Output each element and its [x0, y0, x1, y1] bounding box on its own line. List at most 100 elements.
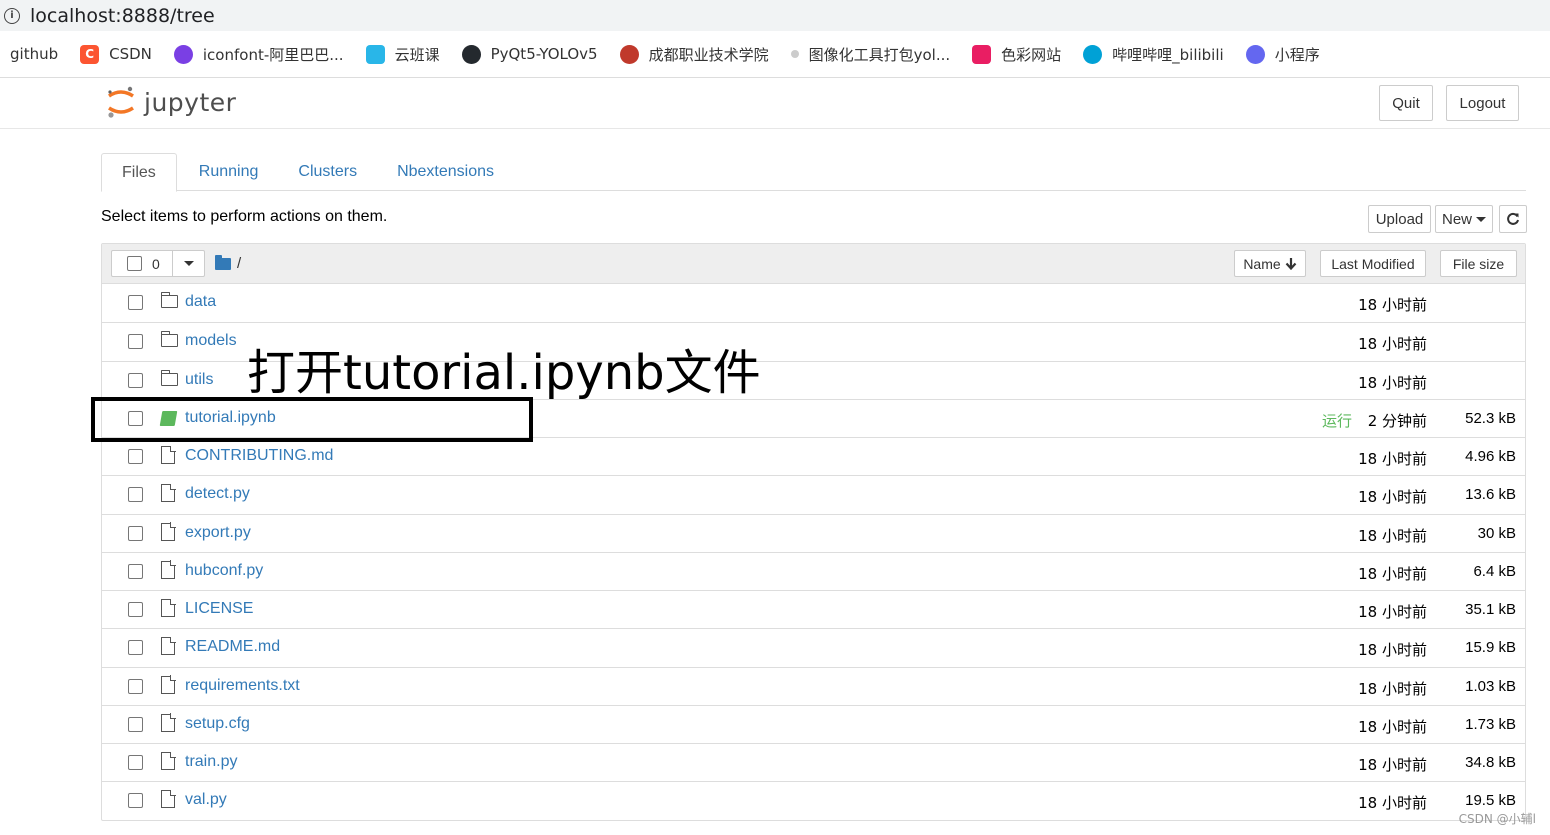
file-name-link[interactable]: hubconf.py	[185, 562, 263, 580]
bookmark-item[interactable]: 小程序	[1245, 44, 1320, 65]
bookmark-label: 色彩网站	[1001, 45, 1062, 64]
row-checkbox[interactable]	[128, 334, 143, 350]
row-checkbox[interactable]	[128, 755, 143, 770]
jupyter-logo[interactable]: jupyter	[106, 84, 236, 120]
folder-icon	[160, 369, 178, 386]
breadcrumb-root[interactable]: /	[237, 255, 241, 272]
file-size: 35.1 kB	[1465, 601, 1516, 618]
file-row: setup.cfg 18 小时前 1.73 kB	[102, 704, 1525, 743]
row-checkbox[interactable]	[128, 793, 143, 809]
file-name-link[interactable]: utils	[185, 371, 213, 389]
folder-icon	[160, 331, 178, 348]
file-name-link[interactable]: setup.cfg	[185, 715, 250, 733]
bookmark-item[interactable]: iconfont-阿里巴巴...	[173, 44, 344, 65]
logout-button[interactable]: Logout	[1446, 85, 1519, 121]
last-modified: 18 小时前	[1358, 717, 1427, 736]
file-row: README.md 18 小时前 15.9 kB	[102, 628, 1525, 666]
file-name-link[interactable]: LICENSE	[185, 600, 253, 618]
last-modified: 18 小时前	[1358, 526, 1427, 545]
tab-clusters[interactable]: Clusters	[278, 153, 377, 191]
file-size: 30 kB	[1477, 524, 1516, 542]
sort-name-button[interactable]: Name	[1234, 250, 1306, 277]
jupyter-logo-text: jupyter	[144, 87, 237, 117]
cloud-class-icon	[365, 44, 385, 64]
file-size: 1.03 kB	[1465, 677, 1516, 695]
last-modified: 18 小时前	[1358, 488, 1427, 507]
bookmark-item[interactable]: PyQt5-YOLOv5	[461, 44, 598, 64]
file-row: detect.py 18 小时前 13.6 kB	[102, 475, 1525, 513]
row-checkbox[interactable]	[128, 487, 143, 503]
bookmark-label: github	[10, 45, 59, 63]
row-checkbox[interactable]	[128, 372, 143, 388]
bookmark-item[interactable]: 哔哩哔哩_bilibili	[1083, 44, 1224, 65]
file-name-link[interactable]: README.md	[185, 638, 280, 656]
main-tabs: Files Running Clusters Nbextensions	[101, 153, 1526, 192]
row-checkbox[interactable]	[128, 295, 143, 310]
file-name-link[interactable]: requirements.txt	[185, 677, 300, 695]
quit-button[interactable]: Quit	[1379, 85, 1433, 121]
row-checkbox[interactable]	[128, 640, 143, 656]
arrow-down-icon	[1285, 258, 1296, 270]
last-modified: 2 分钟前	[1367, 411, 1427, 430]
last-modified: 18 小时前	[1358, 756, 1427, 774]
sort-file-size-button[interactable]: File size	[1440, 250, 1517, 277]
last-modified: 18 小时前	[1358, 296, 1427, 314]
folder-icon	[215, 254, 231, 270]
tool-icon	[790, 50, 799, 58]
csdn-icon: C	[80, 44, 100, 64]
bookmark-item[interactable]: 图像化工具打包yol...	[790, 44, 950, 65]
file-icon	[161, 522, 176, 541]
last-modified: 18 小时前	[1358, 679, 1427, 698]
file-size: 52.3 kB	[1465, 409, 1516, 427]
file-row: hubconf.py 18 小时前 6.4 kB	[102, 551, 1525, 590]
iconfont-icon	[173, 44, 193, 64]
url-text[interactable]: localhost:8888/tree	[30, 5, 215, 27]
file-row: val.py 18 小时前 19.5 kB	[102, 781, 1525, 819]
select-all-group[interactable]: 0	[111, 250, 205, 277]
bookmark-item[interactable]: 云班课	[365, 44, 440, 65]
file-name-link[interactable]: detect.py	[185, 485, 250, 503]
breadcrumb[interactable]: /	[215, 254, 241, 272]
upload-button[interactable]: Upload	[1368, 205, 1431, 233]
color-grid-icon	[972, 44, 992, 64]
file-icon	[161, 636, 176, 656]
select-all-checkbox[interactable]	[127, 256, 142, 271]
info-icon[interactable]: i	[4, 7, 20, 24]
folder-icon	[160, 292, 178, 308]
file-name-link[interactable]: val.py	[185, 791, 227, 809]
file-row: train.py 18 小时前 34.8 kB	[102, 743, 1525, 781]
tab-running[interactable]: Running	[177, 153, 279, 191]
last-modified: 18 小时前	[1358, 641, 1427, 660]
last-modified: 18 小时前	[1358, 794, 1427, 813]
sort-last-modified-button[interactable]: Last Modified	[1320, 250, 1426, 277]
refresh-button[interactable]	[1499, 205, 1527, 233]
row-checkbox[interactable]	[128, 716, 143, 732]
file-name-link[interactable]: models	[185, 332, 237, 350]
tab-files[interactable]: Files	[101, 153, 177, 192]
select-dropdown-button[interactable]	[172, 251, 204, 276]
row-checkbox[interactable]	[128, 678, 143, 694]
running-indicator: 运行	[1322, 411, 1353, 430]
file-icon	[161, 751, 176, 770]
bookmark-item[interactable]: 色彩网站	[972, 44, 1061, 65]
file-name-link[interactable]: train.py	[185, 753, 237, 771]
row-checkbox[interactable]	[128, 449, 143, 464]
new-dropdown-button[interactable]: New	[1435, 205, 1493, 233]
browser-address-bar[interactable]: i localhost:8888/tree	[0, 0, 1550, 31]
file-name-link[interactable]: CONTRIBUTING.md	[185, 447, 333, 465]
file-name-link[interactable]: data	[185, 293, 216, 311]
row-checkbox[interactable]	[128, 602, 143, 617]
bookmarks-bar: github C CSDN iconfont-阿里巴巴... 云班课 PyQt5-YOLO…	[0, 31, 1550, 78]
row-checkbox[interactable]	[128, 525, 143, 541]
bookmark-item[interactable]: github	[10, 45, 58, 63]
bookmark-label: CSDN	[109, 45, 152, 63]
bookmark-item[interactable]: 成都职业技术学院	[619, 44, 769, 65]
file-name-link[interactable]: export.py	[185, 524, 251, 542]
file-row: LICENSE 18 小时前 35.1 kB	[102, 590, 1525, 628]
file-list-header: 0 / Name Last Modified File size	[102, 244, 1525, 284]
tab-nbextensions[interactable]: Nbextensions	[377, 153, 514, 191]
school-icon	[619, 44, 639, 64]
file-icon	[161, 560, 176, 579]
row-checkbox[interactable]	[128, 563, 143, 579]
bookmark-item[interactable]: C CSDN	[80, 44, 152, 64]
